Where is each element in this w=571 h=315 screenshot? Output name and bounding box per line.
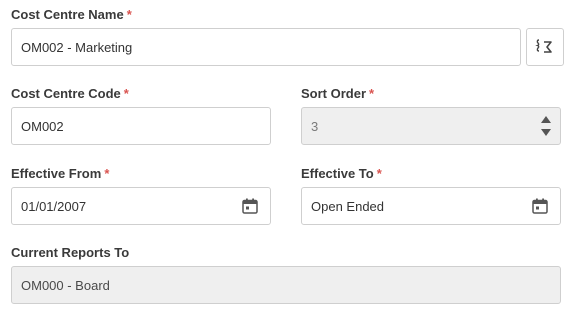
current-reports-to-label: Current Reports To — [11, 245, 129, 260]
sort-order-stepper[interactable] — [540, 115, 552, 137]
effective-to-input[interactable]: Open Ended — [301, 187, 561, 225]
effective-from-value: 01/01/2007 — [21, 198, 87, 214]
sort-order-label: Sort Order * — [301, 86, 374, 101]
cost-centre-code-value: OM002 — [21, 118, 64, 134]
calendar-icon[interactable] — [242, 198, 258, 214]
cost-centre-code-input[interactable]: OM002 — [11, 107, 271, 145]
effective-to-value: Open Ended — [311, 198, 385, 214]
formula-lookup-icon — [535, 39, 552, 53]
current-reports-to-field: OM000 - Board — [11, 266, 561, 304]
arrow-down-icon[interactable] — [540, 128, 552, 137]
sort-order-value: 3 — [311, 118, 319, 134]
calendar-icon[interactable] — [532, 198, 548, 214]
required-mark: * — [126, 7, 132, 22]
cost-centre-name-value: OM002 - Marketing — [21, 39, 133, 55]
required-mark: * — [104, 166, 110, 181]
cost-centre-code-label: Cost Centre Code * — [11, 86, 129, 101]
effective-to-label-text: Effective To — [301, 166, 374, 181]
required-mark: * — [123, 86, 129, 101]
effective-to-label: Effective To * — [301, 166, 382, 181]
cost-centre-lookup-button[interactable] — [526, 28, 564, 66]
cost-centre-name-label: Cost Centre Name * — [11, 7, 132, 22]
sort-order-input[interactable]: 3 — [301, 107, 561, 145]
required-mark: * — [369, 86, 375, 101]
current-reports-to-label-text: Current Reports To — [11, 245, 130, 260]
cost-centre-name-label-text: Cost Centre Name — [11, 7, 124, 22]
arrow-up-icon[interactable] — [540, 115, 552, 124]
effective-from-input[interactable]: 01/01/2007 — [11, 187, 271, 225]
sort-order-label-text: Sort Order — [301, 86, 367, 101]
cost-centre-name-input[interactable]: OM002 - Marketing — [11, 28, 521, 66]
required-mark: * — [376, 166, 382, 181]
effective-from-label-text: Effective From — [11, 166, 102, 181]
cost-centre-code-label-text: Cost Centre Code — [11, 86, 121, 101]
effective-from-label: Effective From * — [11, 166, 109, 181]
current-reports-to-value: OM000 - Board — [21, 277, 110, 293]
